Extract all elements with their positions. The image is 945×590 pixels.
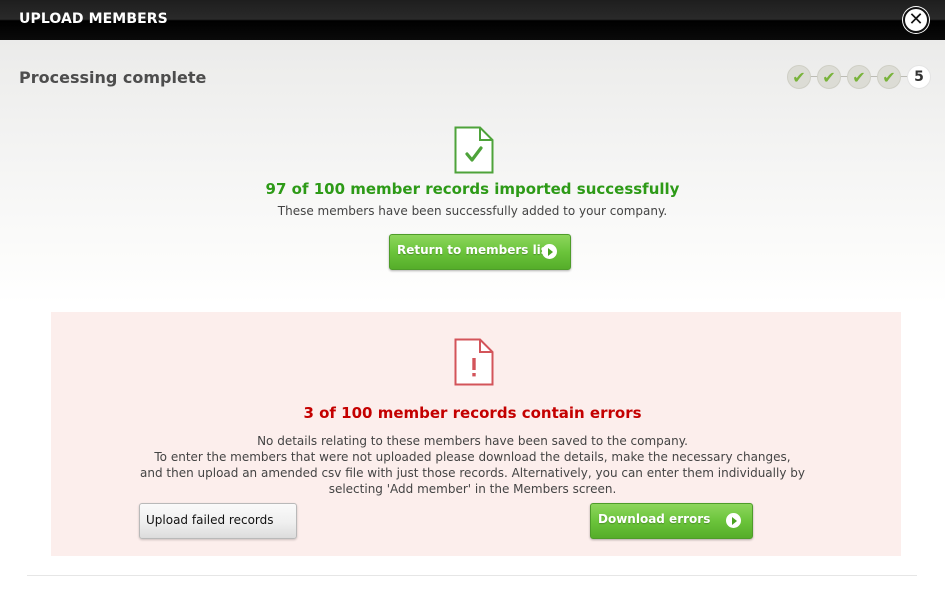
error-title: 3 of 100 member records contain errors — [303, 404, 642, 422]
success-title: 97 of 100 member records imported succes… — [265, 180, 680, 198]
upload-failed-records-label: Upload failed records — [146, 513, 274, 527]
error-message-line: To enter the members that were not uploa… — [154, 450, 791, 464]
error-message-line: and then upload an amended csv file with… — [140, 466, 805, 480]
error-message-line: selecting 'Add member' in the Members sc… — [328, 482, 617, 496]
page-title: Processing complete — [19, 68, 207, 87]
dialog-titlebar: UPLOAD MEMBERS ✕ — [0, 0, 945, 40]
step-4-check-icon: ✔ — [877, 65, 901, 89]
close-button[interactable]: ✕ — [903, 7, 929, 33]
error-message-line: No details relating to these members hav… — [257, 434, 688, 448]
document-check-icon — [454, 126, 494, 174]
document-warning-icon — [454, 338, 494, 386]
step-5-current: 5 — [907, 65, 931, 89]
download-errors-button[interactable]: Download errors — [590, 503, 753, 539]
step-3-check-icon: ✔ — [847, 65, 871, 89]
return-to-members-label: Return to members list — [397, 243, 554, 257]
error-panel: 3 of 100 member records contain errors N… — [51, 312, 901, 556]
error-message: No details relating to these members hav… — [0, 433, 945, 497]
footer-divider — [27, 575, 917, 576]
step-2-check-icon: ✔ — [817, 65, 841, 89]
arrow-right-circle-icon — [726, 513, 741, 528]
success-subtitle: These members have been successfully add… — [277, 204, 668, 218]
close-icon: ✕ — [908, 8, 924, 30]
arrow-right-circle-icon — [542, 244, 557, 259]
dialog-title: UPLOAD MEMBERS — [19, 11, 168, 27]
dialog-content: Processing complete ✔ ✔ ✔ ✔ 5 97 of 100 … — [0, 40, 945, 590]
return-to-members-button[interactable]: Return to members list — [389, 234, 571, 270]
download-errors-label: Download errors — [598, 512, 711, 526]
step-1-check-icon: ✔ — [787, 65, 811, 89]
upload-failed-records-button[interactable]: Upload failed records — [139, 503, 297, 539]
